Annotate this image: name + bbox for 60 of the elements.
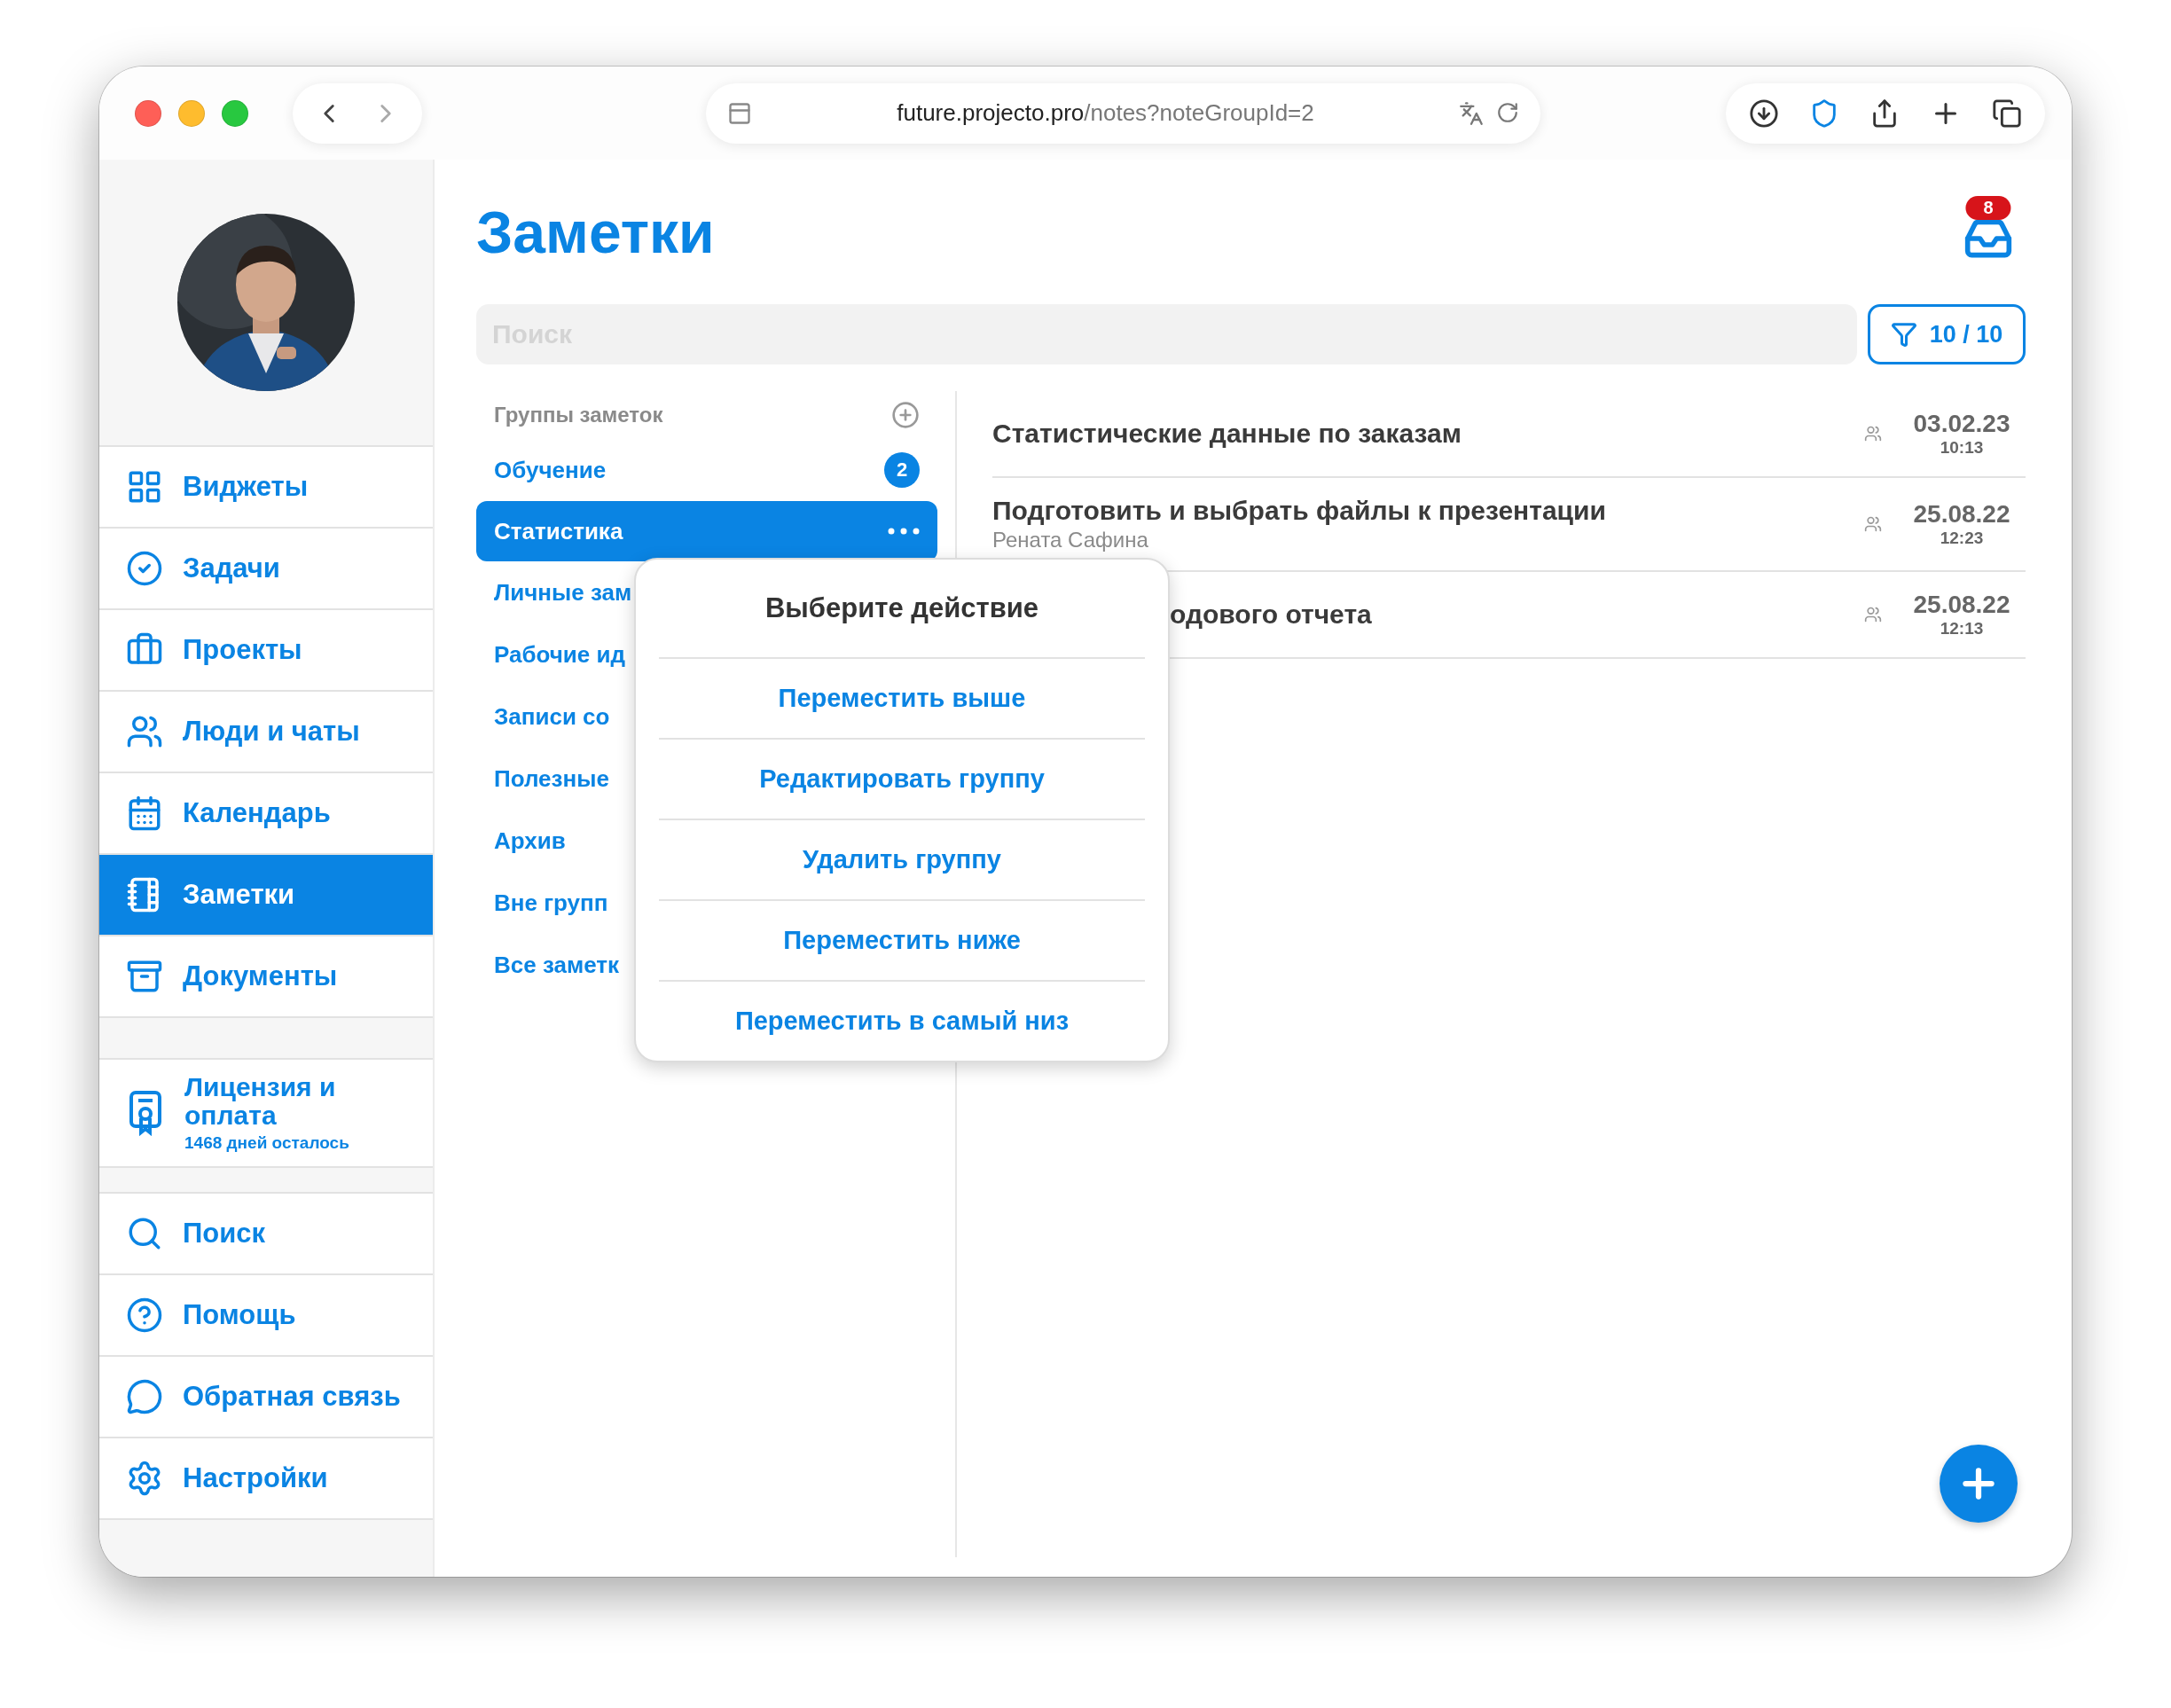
calendar-icon [126, 795, 163, 832]
notification-count: 8 [1965, 195, 2011, 220]
sidebar-item[interactable]: Задачи [99, 529, 433, 610]
speech-bubble-icon [126, 1378, 163, 1415]
sidebar-item[interactable]: Настройки [99, 1438, 433, 1520]
days-left-text: 1468 дней осталось [184, 1133, 350, 1153]
sidebar-item[interactable]: Виджеты [99, 447, 433, 529]
filter-icon [1890, 321, 1917, 348]
note-row[interactable]: Статистические данные по заказам 03.02.23 10:13 [992, 391, 2026, 478]
license-label: Лицензия и оплата [184, 1073, 337, 1130]
translate-icon[interactable] [1459, 100, 1484, 126]
note-title: одового отчета [1170, 599, 1373, 630]
close-window-button[interactable] [135, 99, 161, 127]
menu-item[interactable]: Переместить выше [659, 659, 1145, 740]
tabs-overview-button[interactable] [1992, 98, 2022, 129]
license-item[interactable]: Лицензия и оплата 1468 дней осталось [99, 1060, 433, 1168]
people-icon [1864, 515, 1882, 533]
sidebar-item[interactable]: Обратная связь [99, 1357, 433, 1438]
zoom-window-button[interactable] [222, 99, 248, 127]
sidebar-item[interactable]: Документы [99, 936, 433, 1018]
page-menu-icon[interactable] [727, 100, 752, 126]
note-title: Статистические данные по заказам [992, 419, 1462, 449]
menu-title: Выберите действие [659, 560, 1145, 659]
group-item[interactable]: Статистика [476, 501, 937, 561]
more-icon[interactable] [888, 528, 920, 535]
add-group-icon[interactable] [891, 401, 920, 429]
sidebar-item[interactable]: Проекты [99, 610, 433, 692]
menu-item[interactable]: Переместить ниже [659, 901, 1145, 982]
menu-item[interactable]: Удалить группу [659, 820, 1145, 901]
download-icon [1749, 98, 1779, 129]
add-button[interactable] [1940, 1445, 2018, 1523]
note-date: 25.08.22 [1913, 591, 2010, 619]
note-author: Рената Сафина [992, 528, 1149, 552]
menu-item[interactable]: Редактировать группу [659, 740, 1145, 820]
minimize-window-button[interactable] [178, 99, 205, 127]
groups-header: Группы заметок [494, 403, 663, 427]
download-button[interactable] [1749, 98, 1779, 129]
note-time: 10:13 [1940, 438, 1984, 458]
sidebar-item[interactable]: Помощь [99, 1275, 433, 1357]
note-time: 12:23 [1940, 529, 1984, 548]
note-date: 25.08.22 [1913, 500, 2010, 529]
note-date: 03.02.23 [1913, 410, 2010, 438]
count-badge: 2 [884, 452, 920, 488]
group-item[interactable]: Обучение 2 [476, 439, 937, 501]
people-icon [1864, 606, 1882, 623]
reload-icon[interactable] [1496, 100, 1519, 124]
people-icon [1864, 425, 1882, 443]
filter-button[interactable]: 10 / 10 [1868, 304, 2026, 364]
check-circle-icon [126, 550, 163, 587]
help-icon [126, 1297, 163, 1334]
sidebar-item[interactable]: Люди и чаты [99, 692, 433, 773]
tabs-icon [1992, 98, 2022, 129]
menu-item[interactable]: Переместить в самый низ [659, 982, 1145, 1061]
page-title: Заметки [476, 198, 715, 266]
sidebar-item[interactable]: Поиск [99, 1194, 433, 1275]
note-title: Подготовить и выбрать файлы к презентации [992, 496, 1607, 526]
note-time: 12:13 [1940, 619, 1984, 639]
sidebar-item[interactable]: Календарь [99, 773, 433, 855]
sidebar-item[interactable]: Заметки [99, 855, 433, 936]
address-field[interactable]: future.projecto.pro/notes?noteGroupId=2 [897, 99, 1314, 127]
